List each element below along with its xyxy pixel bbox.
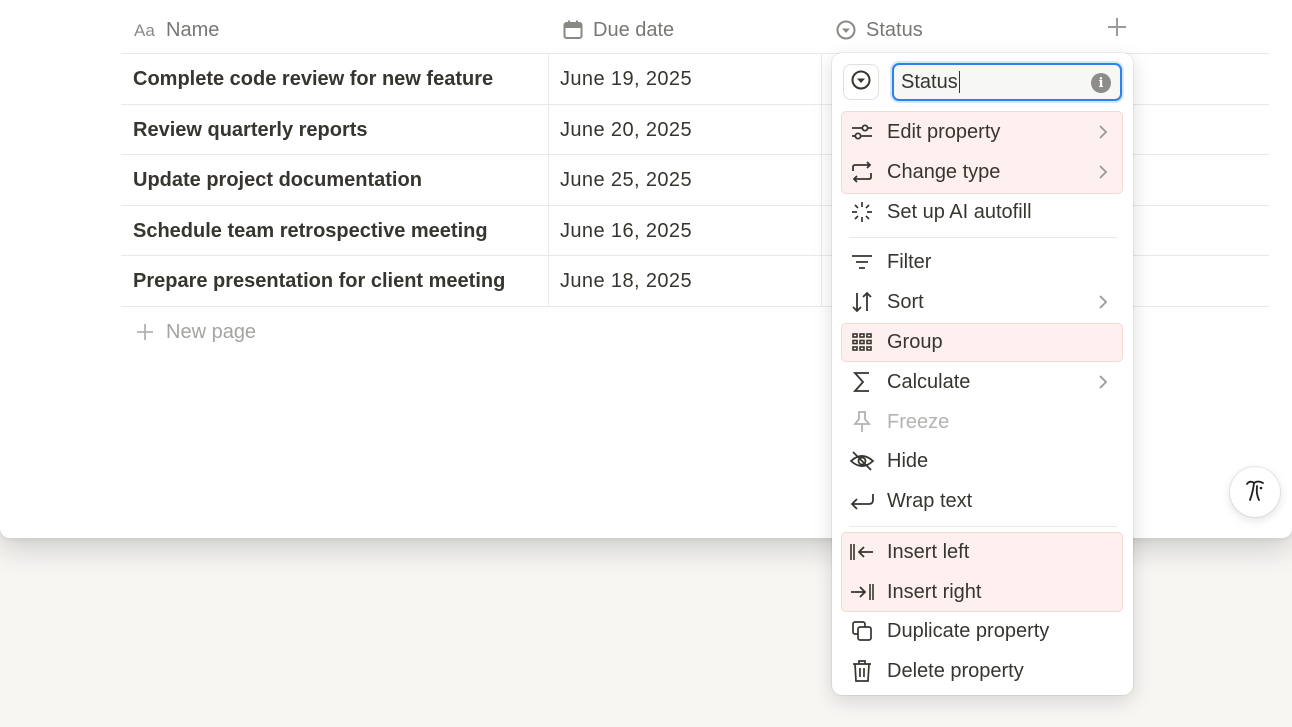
menu-item-change-type[interactable]: Change type <box>841 153 1123 191</box>
table-row-name-cell[interactable]: Schedule team retrospective meeting <box>133 206 488 256</box>
table-row-name-cell[interactable]: Review quarterly reports <box>133 105 368 155</box>
menu-item-label: Wrap text <box>887 489 973 512</box>
table-row-name-cell[interactable]: Prepare presentation for client meeting <box>133 256 505 306</box>
column-divider <box>548 54 549 306</box>
table-row-due-cell[interactable]: June 20, 2025 <box>560 105 692 155</box>
menu-item-label: Hide <box>887 449 929 472</box>
menu-item-insert-left[interactable]: Insert left <box>841 533 1123 571</box>
menu-divider <box>849 526 1117 527</box>
menu-item-calculate[interactable]: Calculate <box>841 363 1123 401</box>
sparkle-icon <box>848 198 876 226</box>
info-icon[interactable]: i <box>1091 73 1111 93</box>
table-row-due-cell[interactable]: June 25, 2025 <box>560 155 692 205</box>
add-column-button[interactable] <box>1104 16 1130 42</box>
menu-item-label: Group <box>887 330 943 353</box>
table-row-due-cell[interactable]: June 19, 2025 <box>560 54 692 104</box>
table-row-name-cell[interactable]: Complete code review for new feature <box>133 54 493 104</box>
menu-item-label: Insert right <box>887 580 982 603</box>
ai-face-icon <box>1241 476 1269 509</box>
menu-item-label: Delete property <box>887 659 1024 682</box>
column-header-due-date[interactable]: Due date <box>560 10 674 50</box>
pin-icon <box>848 408 876 436</box>
status-icon <box>851 70 871 95</box>
duplicate-icon <box>848 617 876 645</box>
menu-item-ai-autofill[interactable]: Set up AI autofill <box>841 193 1123 231</box>
menu-item-label: Change type <box>887 160 1001 183</box>
eye-off-icon <box>848 447 876 475</box>
sigma-icon <box>848 368 876 396</box>
table-row-due-cell[interactable]: June 18, 2025 <box>560 256 692 306</box>
status-icon <box>833 17 859 43</box>
menu-item-sort[interactable]: Sort <box>841 283 1123 321</box>
chevron-right-icon <box>1098 163 1112 181</box>
menu-item-insert-right[interactable]: Insert right <box>841 573 1123 611</box>
plus-icon <box>136 323 156 341</box>
column-header-label: Name <box>166 18 220 41</box>
column-header-label: Due date <box>593 18 675 41</box>
chevron-right-icon <box>1098 293 1112 311</box>
text-type-icon: Aa <box>133 17 159 43</box>
insert-left-icon <box>848 538 876 566</box>
column-header-name[interactable]: Aa Name <box>133 10 219 50</box>
menu-item-duplicate-property[interactable]: Duplicate property <box>841 612 1123 650</box>
property-name-input[interactable]: Status i <box>892 63 1122 101</box>
table-row-due-cell[interactable]: June 16, 2025 <box>560 206 692 256</box>
trash-icon <box>848 657 876 685</box>
insert-right-icon <box>848 578 876 606</box>
menu-item-filter[interactable]: Filter <box>841 243 1123 281</box>
text-caret <box>958 71 961 93</box>
filter-icon <box>848 248 876 276</box>
new-page-button[interactable]: New page <box>136 316 256 348</box>
sliders-icon <box>848 118 876 146</box>
menu-item-label: Edit property <box>887 120 1001 143</box>
menu-item-hide[interactable]: Hide <box>841 442 1123 480</box>
menu-item-wrap-text[interactable]: Wrap text <box>841 482 1123 520</box>
chevron-right-icon <box>1098 373 1112 391</box>
menu-item-group[interactable]: Group <box>841 323 1123 361</box>
menu-item-freeze[interactable]: Freeze <box>841 403 1123 441</box>
calendar-icon <box>560 17 586 43</box>
column-header-label: Status <box>866 18 923 41</box>
column-header-status[interactable]: Status <box>833 10 923 50</box>
property-icon-picker[interactable] <box>843 64 879 100</box>
sort-icon <box>848 288 876 316</box>
menu-divider <box>849 237 1117 238</box>
wrap-icon <box>848 487 876 515</box>
table-row-name-cell[interactable]: Update project documentation <box>133 155 422 205</box>
menu-item-label: Sort <box>887 290 924 313</box>
menu-item-label: Calculate <box>887 370 971 393</box>
property-menu: Status i Edit property Change type Set u… <box>832 53 1133 695</box>
plus-icon <box>1107 17 1127 42</box>
menu-item-delete-property[interactable]: Delete property <box>841 652 1123 690</box>
menu-item-label: Duplicate property <box>887 619 1050 642</box>
chevron-right-icon <box>1098 123 1112 141</box>
ai-assistant-button[interactable] <box>1230 467 1280 517</box>
menu-item-label: Set up AI autofill <box>887 200 1032 223</box>
new-page-label: New page <box>166 320 257 343</box>
menu-item-label: Freeze <box>887 410 950 433</box>
menu-item-label: Insert left <box>887 540 970 563</box>
property-name-value: Status <box>901 70 958 93</box>
menu-item-edit-property[interactable]: Edit property <box>841 113 1123 151</box>
column-divider <box>821 54 822 306</box>
change-type-icon <box>848 158 876 186</box>
svg-text:Aa: Aa <box>134 21 155 40</box>
group-icon <box>848 328 876 356</box>
menu-item-label: Filter <box>887 250 932 273</box>
